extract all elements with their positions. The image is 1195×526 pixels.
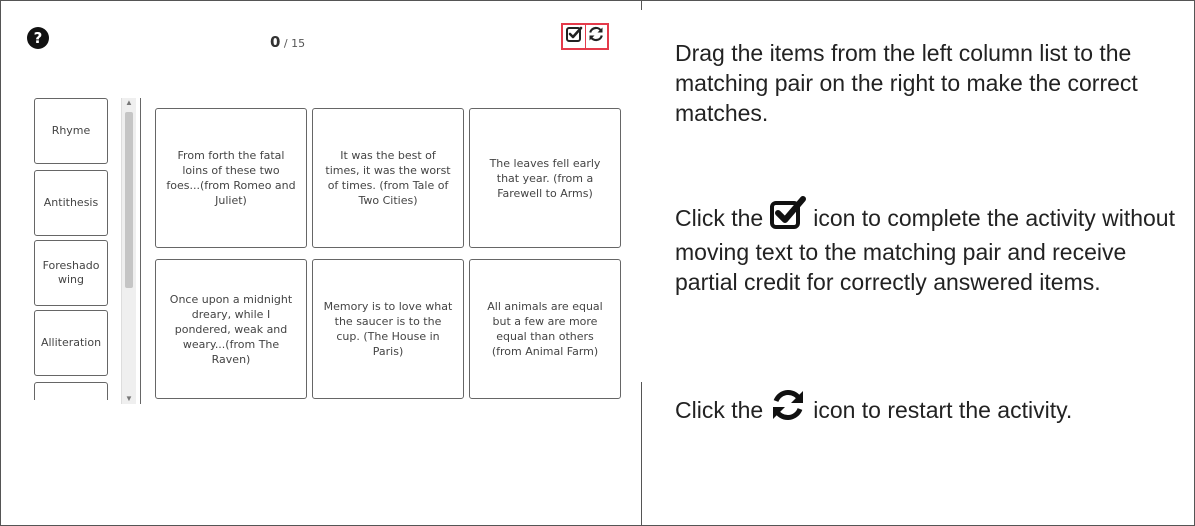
scroll-down-icon[interactable]: ▼: [122, 394, 136, 404]
restart-button[interactable]: [584, 25, 608, 48]
activity-toolbar: [561, 23, 609, 50]
scroll-up-icon[interactable]: ▲: [122, 98, 136, 108]
list-item[interactable]: Rhyme: [34, 98, 108, 164]
refresh-icon: [769, 388, 807, 429]
score-display: 0 / 15: [270, 32, 390, 51]
check-square-icon: [769, 196, 807, 237]
source-list[interactable]: Rhyme Antithesis Foreshado wing Allitera…: [26, 98, 110, 400]
match-target[interactable]: The leaves fell early that year. (from a…: [469, 108, 621, 248]
check-button[interactable]: [563, 25, 585, 48]
list-item[interactable]: Alliteration: [34, 310, 108, 376]
check-square-icon: [565, 25, 583, 48]
match-target[interactable]: Once upon a midnight dreary, while I pon…: [155, 259, 307, 399]
instruction-check: Click the icon to complete the activity …: [675, 196, 1175, 297]
matching-activity: ? 0 / 15 Rhyme Antithesis Foreshado wing…: [10, 10, 642, 404]
match-target[interactable]: All animals are equal but a few are more…: [469, 259, 621, 399]
match-target[interactable]: It was the best of times, it was the wor…: [312, 108, 464, 248]
score-total: / 15: [280, 37, 306, 50]
list-item[interactable]: Foreshado wing: [34, 240, 108, 306]
question-circle-icon[interactable]: ?: [26, 26, 50, 50]
list-scrollbar[interactable]: ▲ ▼: [121, 98, 136, 404]
instruction-drag: Drag the items from the left column list…: [675, 40, 1138, 126]
scroll-thumb[interactable]: [125, 112, 133, 288]
refresh-icon: [587, 25, 605, 48]
instruction-restart: Click the icon to restart the activity.: [675, 388, 1175, 429]
list-item[interactable]: [34, 382, 108, 400]
list-item[interactable]: Antithesis: [34, 170, 108, 236]
score-current: 0: [270, 33, 281, 51]
list-separator: [140, 98, 141, 404]
match-target[interactable]: Memory is to love what the saucer is to …: [312, 259, 464, 399]
match-target[interactable]: From forth the fatal loins of these two …: [155, 108, 307, 248]
svg-text:?: ?: [34, 29, 43, 47]
